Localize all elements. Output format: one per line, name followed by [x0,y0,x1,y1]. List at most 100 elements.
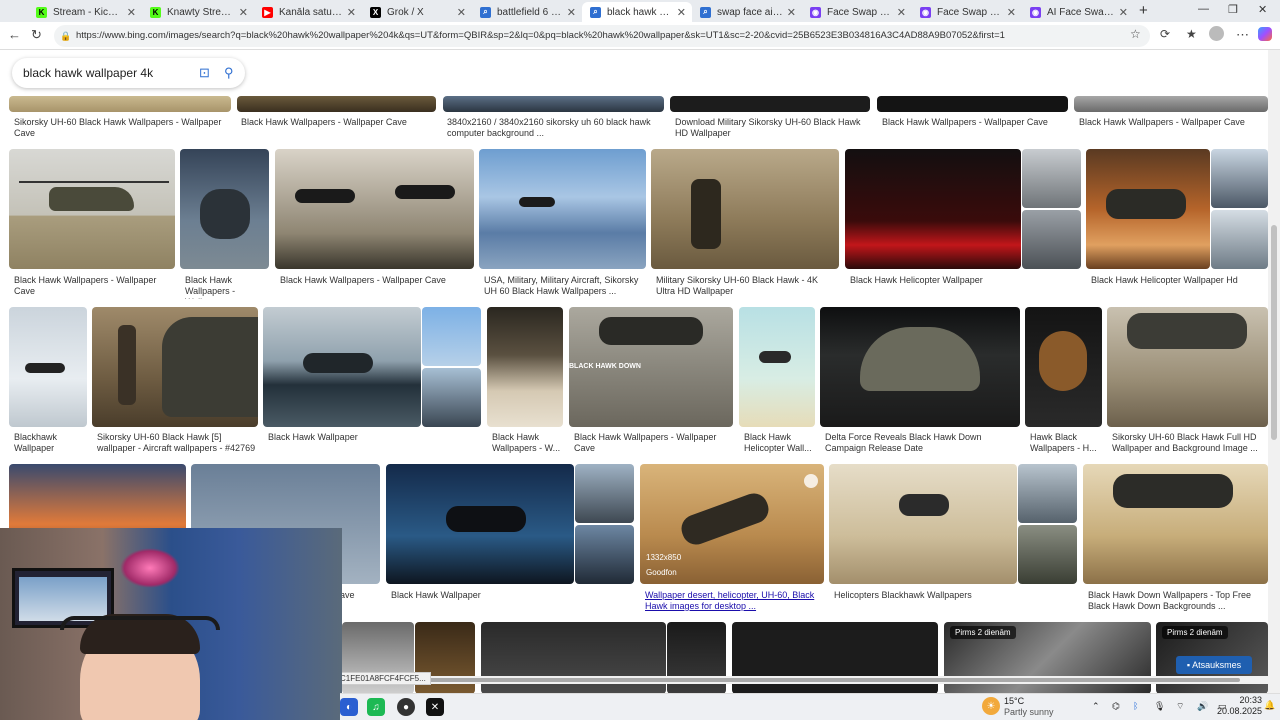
search-icon[interactable]: ⚲ [224,58,234,88]
result-image[interactable] [92,307,258,427]
network-icon[interactable]: ⌬ [1112,701,1120,712]
result-image[interactable] [443,96,664,112]
result-caption[interactable]: Black Hawk Helicopter Wallpaper [850,275,1080,286]
result-image[interactable] [1025,307,1102,427]
tab-knawty-stream[interactable]: K Knawty Stream ✕ [142,2,254,22]
scroll-thumb[interactable] [1271,225,1277,440]
close-window-icon[interactable]: ✕ [1258,3,1267,16]
close-icon[interactable]: ✕ [127,6,136,19]
visual-search-icon[interactable] [804,474,818,488]
result-image[interactable] [1074,96,1268,112]
tab-swap-face[interactable]: ⌕ swap face ai - Mekl ✕ [692,2,802,22]
close-icon[interactable]: ✕ [897,6,906,19]
horizontal-scrollbar[interactable] [340,676,1268,684]
microphone-icon[interactable]: 🎙 [1154,701,1165,712]
result-image[interactable] [422,368,481,427]
result-caption[interactable]: Black Hawk Wallpapers - Wallpaper Cave [882,117,1068,128]
result-caption[interactable]: Black Hawk Wallpapers - Wallpaper Cave [14,275,174,299]
close-icon[interactable]: ✕ [347,6,356,19]
close-icon[interactable]: ✕ [677,6,686,19]
tab-face-swap-1[interactable]: ◉ Face Swap Video & ✕ [802,2,912,22]
close-icon[interactable]: ✕ [1119,6,1128,19]
favorites-icon[interactable]: ★ [1186,27,1197,41]
result-image[interactable] [1107,307,1268,427]
result-caption[interactable]: Black Hawk Down Wallpapers - Top Free Bl… [1088,590,1266,614]
close-icon[interactable]: ✕ [567,6,576,19]
result-image[interactable] [1086,149,1210,269]
result-image[interactable] [9,96,231,112]
result-caption[interactable]: Black Hawk Wallpapers - Wallpaper Cave [280,275,472,286]
result-image[interactable] [180,149,269,269]
edge-taskbar-icon[interactable]: ◐ [340,698,358,716]
result-caption[interactable]: 3840x2160 / 3840x2160 sikorsky uh 60 bla… [447,117,662,141]
result-image[interactable] [575,525,634,584]
wifi-icon[interactable]: ⌔ [1176,701,1184,712]
result-caption[interactable]: Military Sikorsky UH-60 Black Hawk - 4K … [656,275,838,299]
result-caption[interactable]: Wallpaper desert, helicopter, UH-60, Bla… [645,590,823,614]
result-caption[interactable]: ave [340,590,380,601]
restore-icon[interactable]: ❐ [1228,3,1238,16]
vertical-scrollbar[interactable] [1268,50,1280,693]
visual-search-icon[interactable]: ⊡ [199,58,210,88]
scroll-thumb[interactable] [400,678,1240,682]
result-image[interactable] [386,464,574,584]
spotify-taskbar-icon[interactable]: ♫ [367,698,385,716]
weather-icon[interactable]: ☀ [982,697,1000,715]
tab-black-hawk[interactable]: ⌕ black hawk wallpap ✕ [582,2,692,22]
result-caption[interactable]: Black Hawk Helicopter Wallpaper Hd [1091,275,1267,286]
favorite-star-icon[interactable]: ☆ [1130,27,1141,41]
close-icon[interactable]: ✕ [1007,6,1016,19]
profile-avatar[interactable] [1209,26,1224,41]
app-taskbar-icon[interactable]: ✕ [426,698,444,716]
clock-time[interactable]: 20:33 [1220,695,1262,705]
notifications-icon[interactable]: 🔔 [1264,700,1275,711]
result-caption[interactable]: Delta Force Reveals Black Hawk Down Camp… [825,432,1020,456]
result-caption[interactable]: Sikorsky UH-60 Black Hawk Full HD Wallpa… [1112,432,1267,456]
result-image[interactable]: BLACK HAWK DOWN [569,307,733,427]
result-caption[interactable]: Black Hawk Wallpapers - Wallpaper Cave [241,117,436,128]
result-image[interactable] [651,149,839,269]
result-caption[interactable]: Download Military Sikorsky UH-60 Black H… [675,117,867,141]
result-caption[interactable]: Sikorsky UH-60 Black Hawk Wallpapers - W… [14,117,229,141]
result-caption[interactable]: Hawk Black Wallpapers - H... [1030,432,1102,456]
tab-face-swap-2[interactable]: ◉ Face Swap Video & ✕ [912,2,1022,22]
feedback-button[interactable]: ▪ Atsauksmes [1176,656,1252,674]
tab-youtube[interactable]: ▶ Kanāla saturs - YouTu ✕ [254,2,362,22]
result-image[interactable] [820,307,1020,427]
result-image[interactable] [263,307,421,427]
result-caption[interactable]: Black Hawk Wallpaper [268,432,478,443]
obs-taskbar-icon[interactable]: ● [397,698,415,716]
result-image[interactable] [9,307,87,427]
search-input[interactable]: black hawk wallpaper 4k ⊡ ⚲ [12,58,245,88]
close-icon[interactable]: ✕ [787,6,796,19]
result-image[interactable] [487,307,563,427]
result-image[interactable] [422,307,481,366]
result-image[interactable] [1083,464,1268,584]
result-image[interactable] [1211,210,1268,269]
refresh-icon[interactable]: ↻ [31,27,42,43]
result-image[interactable] [670,96,870,112]
tray-chevron-icon[interactable]: ⌃ [1092,701,1100,712]
minimize-icon[interactable]: — [1198,3,1209,15]
result-image[interactable] [9,149,175,269]
result-image[interactable] [1211,149,1268,208]
result-caption[interactable]: Black Hawk Helicopter Wall... [744,432,814,456]
result-image[interactable] [1022,210,1081,269]
result-image[interactable] [1018,525,1077,584]
result-image[interactable] [739,307,815,427]
close-icon[interactable]: ✕ [239,6,248,19]
result-caption[interactable]: Sikorsky UH-60 Black Hawk [5] wallpaper … [97,432,257,456]
close-icon[interactable]: ✕ [457,6,466,19]
result-image[interactable] [845,149,1021,269]
result-caption[interactable]: Black Hawk Wallpapers - Wallpaper Cave [1079,117,1268,128]
weather-temp[interactable]: 15°C [1004,696,1024,706]
result-image[interactable] [575,464,634,523]
result-image[interactable]: 1332x850 Goodfon [640,464,824,584]
result-caption[interactable]: Blackhawk Wallpaper [14,432,86,456]
result-caption[interactable]: Black Hawk Wallpapers - W... [492,432,562,456]
weather-desc[interactable]: Partly sunny [1004,707,1054,717]
copilot-icon[interactable] [1258,27,1272,41]
result-caption[interactable]: Helicopters Blackhawk Wallpapers [834,590,1014,601]
tab-battlefield[interactable]: ⌕ battlefield 6 4k - Mi ✕ [472,2,582,22]
tab-kick-dashboard[interactable]: K Stream - Kick Dashb ✕ [28,2,142,22]
